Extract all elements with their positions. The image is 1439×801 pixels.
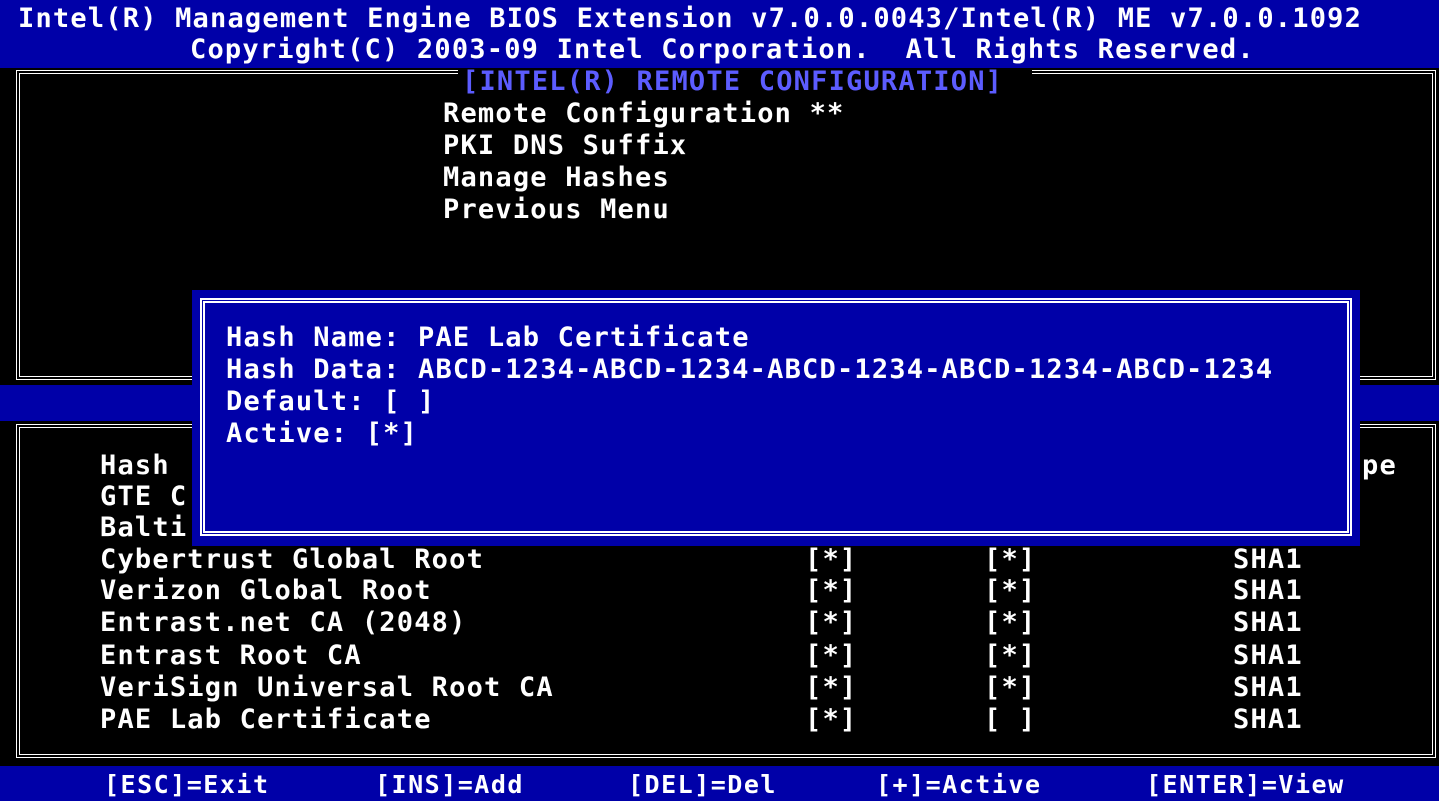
table-row-default: [*]	[805, 704, 858, 735]
header-title: Intel(R) Management Engine BIOS Extensio…	[18, 3, 1363, 34]
footer-key-esc-exit[interactable]: [ESC]=Exit	[104, 770, 270, 800]
dialog-default-checkbox[interactable]: Default: [ ]	[226, 386, 435, 418]
menu-title: [INTEL(R) REMOTE CONFIGURATION]	[462, 66, 1004, 97]
dialog-hash-name: Hash Name: PAE Lab Certificate	[226, 322, 750, 353]
footer-key-del-delete[interactable]: [DEL]=Del	[628, 770, 777, 800]
table-header-hash: Hash	[100, 450, 170, 481]
table-row-type: SHA1	[1233, 640, 1303, 671]
footer-key-ins-add[interactable]: [INS]=Add	[375, 770, 524, 800]
footer-key-enter-view[interactable]: [ENTER]=View	[1146, 770, 1345, 800]
table-row-type: SHA1	[1233, 544, 1303, 575]
table-row-default: [*]	[805, 672, 858, 703]
table-row-type: SHA1	[1233, 672, 1303, 703]
table-row-default: [*]	[805, 575, 858, 606]
table-row-name[interactable]: Entrast Root CA	[100, 640, 362, 672]
table-row-partial[interactable]: Balti	[100, 512, 187, 544]
table-row-default: [*]	[805, 544, 858, 575]
table-row-default: [*]	[805, 607, 858, 638]
table-row-name[interactable]: Entrast.net CA (2048)	[100, 607, 467, 639]
table-row-name[interactable]: VeriSign Universal Root CA	[100, 672, 554, 704]
table-row-name[interactable]: Verizon Global Root	[100, 575, 432, 607]
table-row-partial[interactable]: GTE C	[100, 481, 187, 513]
table-row-active: [*]	[984, 544, 1037, 575]
table-header-type-partial: pe	[1362, 450, 1397, 481]
table-row-active: [ ]	[984, 704, 1037, 735]
bios-screen: Intel(R) Management Engine BIOS Extensio…	[0, 0, 1439, 801]
menu-item-manage-hashes[interactable]: Manage Hashes	[443, 162, 670, 194]
table-row-active: [*]	[984, 607, 1037, 638]
table-row-active: [*]	[984, 640, 1037, 671]
table-row-name[interactable]: Cybertrust Global Root	[100, 544, 484, 576]
table-row-active: [*]	[984, 575, 1037, 606]
dialog-active-checkbox[interactable]: Active: [*]	[226, 418, 418, 450]
menu-item-previous-menu[interactable]: Previous Menu	[443, 194, 670, 226]
table-row-default: [*]	[805, 640, 858, 671]
menu-item-remote-configuration[interactable]: Remote Configuration **	[443, 98, 844, 130]
table-row-name[interactable]: PAE Lab Certificate	[100, 704, 432, 736]
table-row-active: [*]	[984, 672, 1037, 703]
dialog-hash-data: Hash Data: ABCD-1234-ABCD-1234-ABCD-1234…	[226, 354, 1274, 385]
footer-key-plus-active[interactable]: [+]=Active	[876, 770, 1042, 800]
table-row-type: SHA1	[1233, 575, 1303, 606]
header-copyright: Copyright(C) 2003-09 Intel Corporation. …	[190, 34, 1255, 65]
table-row-type: SHA1	[1233, 704, 1303, 735]
menu-item-pki-dns-suffix[interactable]: PKI DNS Suffix	[443, 130, 687, 162]
table-row-type: SHA1	[1233, 607, 1303, 638]
